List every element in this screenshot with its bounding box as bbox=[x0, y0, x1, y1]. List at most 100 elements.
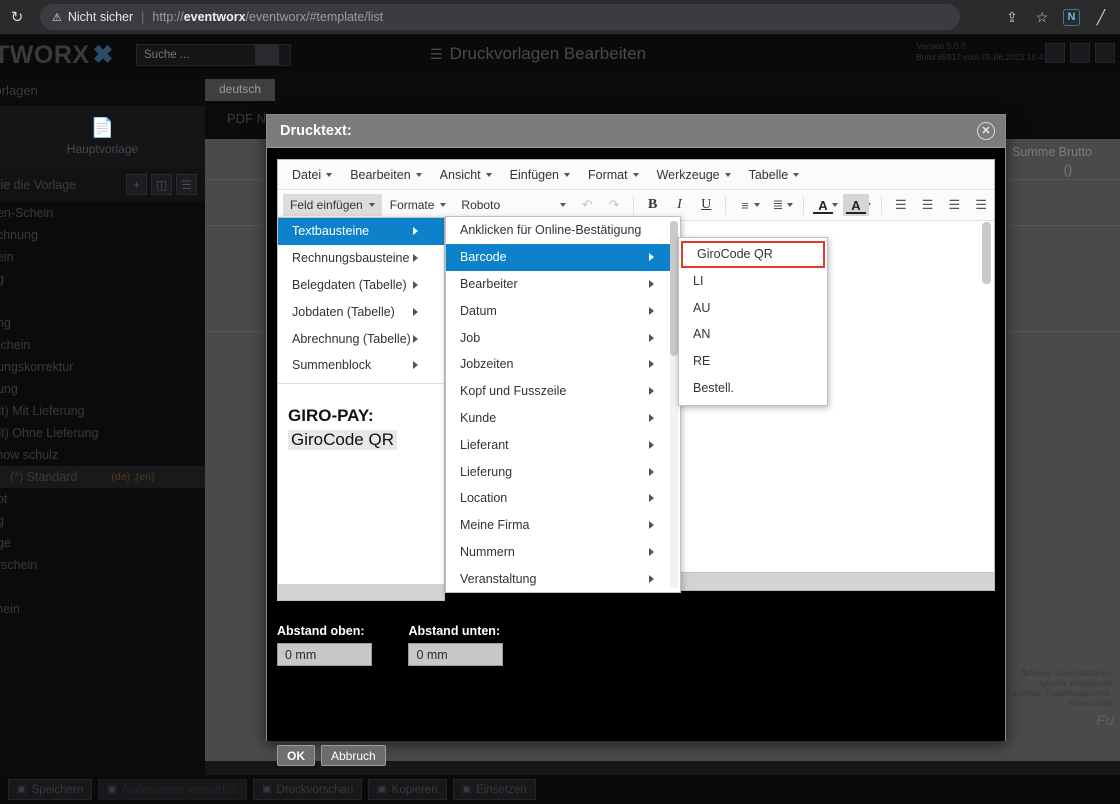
scrollbar-thumb[interactable] bbox=[670, 221, 678, 356]
list-item[interactable]: Alt) Ohne Lieferung bbox=[0, 422, 205, 444]
menu-item[interactable]: Job bbox=[446, 324, 680, 351]
bottom-button[interactable]: ▣ Kopieren bbox=[368, 779, 447, 800]
paste-icon[interactable]: ☰ bbox=[176, 174, 197, 195]
menu-tabelle[interactable]: Tabelle bbox=[741, 164, 808, 186]
menu-item[interactable]: Datum bbox=[446, 297, 680, 324]
align-left-icon[interactable]: ☰ bbox=[888, 194, 914, 216]
menu-item[interactable]: AU bbox=[679, 294, 827, 321]
align-center-icon[interactable]: ☰ bbox=[915, 194, 941, 216]
profile-icon[interactable]: ╱ bbox=[1092, 9, 1110, 26]
home-icon[interactable] bbox=[1095, 43, 1115, 63]
list-item[interactable]: Alt) Mit Lieferung bbox=[0, 400, 205, 422]
search-icon[interactable] bbox=[255, 45, 279, 65]
menu-item[interactable]: Jobdaten (Tabelle) bbox=[278, 298, 444, 325]
menu-item[interactable]: Abrechnung (Tabelle) bbox=[278, 325, 444, 352]
share-icon[interactable]: ⇪ bbox=[1003, 9, 1021, 26]
spacing-top-input[interactable]: 0 mm bbox=[277, 643, 372, 666]
list-item[interactable]: show schulz bbox=[0, 444, 205, 466]
spacing-bottom-input[interactable]: 0 mm bbox=[408, 643, 504, 666]
list-item[interactable]: age bbox=[0, 532, 205, 554]
menu-item[interactable]: Jobzeiten bbox=[446, 351, 680, 378]
menu-item[interactable]: Belegdaten (Tabelle) bbox=[278, 272, 444, 299]
list-item[interactable]: nung bbox=[0, 378, 205, 400]
main-template-card[interactable]: 📄 Hauptvorlage bbox=[0, 106, 205, 168]
menu-item[interactable]: Anklicken für Online-Bestätigung bbox=[446, 217, 680, 244]
menu-item[interactable]: Nummern bbox=[446, 539, 680, 566]
close-circle-icon[interactable]: ✕ bbox=[977, 122, 995, 140]
list-item[interactable]: ag bbox=[0, 510, 205, 532]
add-icon[interactable]: + bbox=[126, 174, 147, 195]
align-justify-icon[interactable]: ☰ bbox=[968, 194, 994, 216]
menu-item[interactable]: Location bbox=[446, 485, 680, 512]
scrollbar-thumb[interactable] bbox=[982, 222, 991, 284]
menu-item[interactable]: Lieferant bbox=[446, 431, 680, 458]
menu-item-label: Rechnungsbausteine bbox=[292, 251, 410, 266]
italic-button[interactable]: I bbox=[667, 194, 693, 216]
mail-icon[interactable] bbox=[1070, 43, 1090, 63]
list-item[interactable]: rschein bbox=[0, 334, 205, 356]
formats-button[interactable]: Formate bbox=[383, 194, 454, 216]
list-item[interactable]: (*) Standard (de) ,(en) bbox=[0, 466, 205, 488]
refresh-icon[interactable] bbox=[1045, 43, 1065, 63]
editor-scrollbar[interactable] bbox=[979, 222, 994, 572]
menu-item[interactable]: Summenblock bbox=[278, 352, 444, 379]
menu-item[interactable]: RE bbox=[679, 348, 827, 375]
menu-einfügen[interactable]: Einfügen bbox=[502, 164, 578, 186]
list-item[interactable]: nungskorrektur bbox=[0, 356, 205, 378]
menu-item[interactable]: Barcode bbox=[446, 243, 680, 271]
bottom-button[interactable]: ▣ Druckvorschau bbox=[253, 779, 363, 800]
menu-item[interactable]: Bearbeiter bbox=[446, 271, 680, 298]
list-item[interactable]: gen-Schein bbox=[0, 202, 205, 224]
menu-bearbeiten[interactable]: Bearbeiten bbox=[342, 164, 429, 186]
menu-scrollbar[interactable] bbox=[670, 221, 678, 589]
menu-item[interactable]: AN bbox=[679, 321, 827, 348]
align-right-icon[interactable]: ☰ bbox=[941, 194, 967, 216]
ok-button[interactable]: OK bbox=[277, 745, 315, 766]
underline-button[interactable]: U bbox=[693, 194, 719, 216]
undo-icon[interactable]: ↶ bbox=[574, 194, 600, 216]
cancel-button[interactable]: Abbruch bbox=[321, 745, 386, 766]
copy-icon[interactable]: ◫ bbox=[151, 174, 172, 195]
insert-field-button[interactable]: Feld einfügen bbox=[283, 194, 382, 216]
list-item[interactable]: hein bbox=[0, 246, 205, 268]
menu-item[interactable]: LI bbox=[679, 268, 827, 295]
list-item[interactable]: ung bbox=[0, 312, 205, 334]
menu-item[interactable]: Lieferung bbox=[446, 458, 680, 485]
list-item-label: nungskorrektur bbox=[0, 360, 74, 374]
menu-werkzeuge[interactable]: Werkzeuge bbox=[649, 164, 739, 186]
bottom-button[interactable]: ▣ Einsetzen bbox=[452, 779, 536, 800]
menu-item[interactable]: Rechnungsbausteine bbox=[278, 245, 444, 272]
highlight-color-icon[interactable]: A bbox=[843, 194, 869, 216]
address-bar[interactable]: ⚠ Nicht sicher | http://eventworx/eventw… bbox=[40, 4, 960, 30]
menu-item[interactable]: Bestell. bbox=[679, 374, 827, 401]
menu-item[interactable]: Textbausteine bbox=[278, 218, 444, 245]
chevron-down-icon[interactable] bbox=[787, 203, 794, 207]
list-item[interactable]: ng bbox=[0, 268, 205, 290]
menu-item[interactable]: Kopf und Fusszeile bbox=[446, 378, 680, 405]
chevron-down-icon[interactable] bbox=[754, 203, 761, 207]
font-family-select[interactable]: Roboto bbox=[454, 194, 573, 216]
tab-deutsch[interactable]: deutsch bbox=[205, 79, 276, 101]
menu-item[interactable]: Kunde bbox=[446, 405, 680, 432]
bottom-button[interactable]: ▣ Speichern bbox=[8, 779, 93, 800]
menu-item-label: Veranstaltung bbox=[460, 571, 537, 586]
menu-ansicht[interactable]: Ansicht bbox=[432, 164, 500, 186]
menu-item[interactable]: GiroCode QR bbox=[681, 241, 825, 268]
list-item[interactable]: urschein bbox=[0, 554, 205, 576]
menu-item[interactable]: Veranstaltung bbox=[446, 565, 680, 592]
global-search[interactable] bbox=[136, 44, 291, 66]
menu-item[interactable]: Meine Firma bbox=[446, 512, 680, 539]
list-item[interactable]: g bbox=[0, 290, 205, 312]
font-color-icon[interactable]: A bbox=[810, 194, 836, 216]
list-item[interactable]: bot bbox=[0, 488, 205, 510]
reload-icon[interactable]: ↻ bbox=[0, 0, 34, 34]
search-input[interactable] bbox=[137, 48, 255, 62]
menu-datei[interactable]: Datei bbox=[284, 164, 340, 186]
list-item[interactable]: echnung bbox=[0, 224, 205, 246]
menu-format[interactable]: Format bbox=[580, 164, 647, 186]
bold-button[interactable]: B bbox=[640, 194, 666, 216]
list-item[interactable]: chein bbox=[0, 598, 205, 620]
star-icon[interactable]: ☆ bbox=[1033, 9, 1051, 26]
extension-badge-icon[interactable]: N bbox=[1063, 8, 1080, 26]
redo-icon[interactable]: ↷ bbox=[601, 194, 627, 216]
